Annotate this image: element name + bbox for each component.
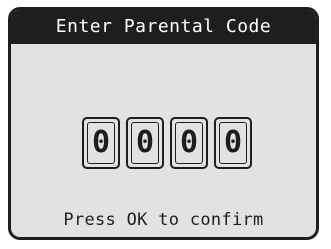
code-digit-3[interactable]: 0 bbox=[170, 117, 208, 169]
code-digit-4-value: 0 bbox=[223, 125, 243, 160]
code-input[interactable]: 0 0 0 0 bbox=[82, 117, 252, 171]
parental-code-dialog: Enter Parental Code 0 0 0 0 Press OK to … bbox=[8, 7, 319, 240]
code-digit-3-value: 0 bbox=[179, 125, 199, 160]
code-digit-2-value: 0 bbox=[135, 125, 155, 160]
dialog-title: Enter Parental Code bbox=[11, 10, 316, 44]
code-digit-1-value: 0 bbox=[91, 125, 111, 160]
code-digit-2[interactable]: 0 bbox=[126, 117, 164, 169]
code-digit-4[interactable]: 0 bbox=[214, 117, 252, 169]
code-digit-1[interactable]: 0 bbox=[82, 117, 120, 169]
confirm-hint: Press OK to confirm bbox=[63, 210, 264, 230]
